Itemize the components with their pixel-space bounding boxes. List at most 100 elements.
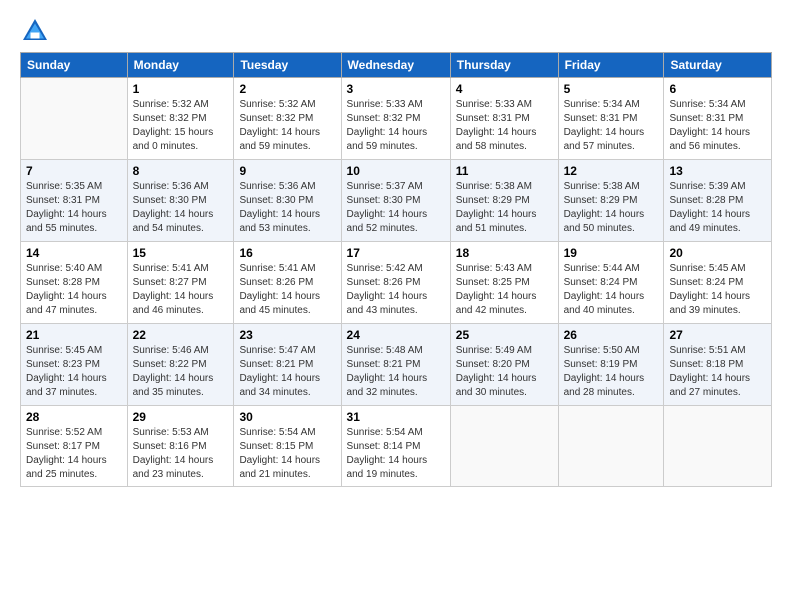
day-number: 30 [239, 410, 335, 424]
calendar-cell [664, 406, 772, 487]
day-number: 27 [669, 328, 766, 342]
calendar-cell: 11 Sunrise: 5:38 AMSunset: 8:29 PMDayligh… [450, 160, 558, 242]
calendar-cell: 27Sunrise: 5:51 AMSunset: 8:18 PMDayligh… [664, 324, 772, 406]
day-number: 18 [456, 246, 553, 260]
day-info: Sunrise: 5:39 AMSunset: 8:28 PMDaylight:… [669, 180, 766, 236]
calendar-week-row: 1 Sunrise: 5:32 AMSunset: 8:32 PMDaylight… [21, 78, 772, 160]
day-number: 24 [347, 328, 445, 342]
header [20, 16, 772, 46]
day-number: 21 [26, 328, 122, 342]
day-number: 12 [564, 164, 659, 178]
calendar-cell [21, 78, 128, 160]
calendar-cell: 26 Sunrise: 5:50 AMSunset: 8:19 PMDayligh… [558, 324, 664, 406]
day-number: 8 [133, 164, 229, 178]
calendar-cell [558, 406, 664, 487]
calendar-cell: 8Sunrise: 5:36 AMSunset: 8:30 PMDaylight… [127, 160, 234, 242]
calendar-cell: 4 Sunrise: 5:33 AMSunset: 8:31 PMDaylight… [450, 78, 558, 160]
calendar-cell: 22 Sunrise: 5:46 AMSunset: 8:22 PMDayligh… [127, 324, 234, 406]
day-number: 25 [456, 328, 553, 342]
calendar-cell: 3 Sunrise: 5:33 AMSunset: 8:32 PMDaylight… [341, 78, 450, 160]
day-info: Sunrise: 5:34 AMSunset: 8:31 PMDaylight:… [564, 98, 659, 154]
day-info: Sunrise: 5:40 AMSunset: 8:28 PMDaylight:… [26, 262, 122, 318]
calendar-cell: 5 Sunrise: 5:34 AMSunset: 8:31 PMDaylight… [558, 78, 664, 160]
day-number: 20 [669, 246, 766, 260]
day-number: 26 [564, 328, 659, 342]
calendar-cell: 14 Sunrise: 5:40 AMSunset: 8:28 PMDayligh… [21, 242, 128, 324]
day-number: 28 [26, 410, 122, 424]
day-info: Sunrise: 5:34 AMSunset: 8:31 PMDaylight:… [669, 98, 766, 154]
weekday-header-sunday: Sunday [21, 53, 128, 78]
day-number: 4 [456, 82, 553, 96]
logo-icon [20, 16, 50, 46]
calendar-cell [450, 406, 558, 487]
day-number: 11 [456, 164, 553, 178]
weekday-header-friday: Friday [558, 53, 664, 78]
day-number: 23 [239, 328, 335, 342]
day-info: Sunrise: 5:54 AMSunset: 8:14 PMDaylight:… [347, 426, 445, 482]
day-number: 5 [564, 82, 659, 96]
calendar-cell: 20 Sunrise: 5:45 AMSunset: 8:24 PMDayligh… [664, 242, 772, 324]
day-info: Sunrise: 5:32 AMSunset: 8:32 PMDaylight:… [239, 98, 335, 154]
day-info: Sunrise: 5:48 AMSunset: 8:21 PMDaylight:… [347, 344, 445, 400]
calendar-cell: 17Sunrise: 5:42 AMSunset: 8:26 PMDayligh… [341, 242, 450, 324]
weekday-header-saturday: Saturday [664, 53, 772, 78]
calendar-cell: 1 Sunrise: 5:32 AMSunset: 8:32 PMDaylight… [127, 78, 234, 160]
calendar-cell: 25 Sunrise: 5:49 AMSunset: 8:20 PMDayligh… [450, 324, 558, 406]
day-number: 22 [133, 328, 229, 342]
calendar-cell: 10 Sunrise: 5:37 AMSunset: 8:30 PMDayligh… [341, 160, 450, 242]
calendar-cell: 31 Sunrise: 5:54 AMSunset: 8:14 PMDayligh… [341, 406, 450, 487]
weekday-header-tuesday: Tuesday [234, 53, 341, 78]
day-info: Sunrise: 5:45 AMSunset: 8:24 PMDaylight:… [669, 262, 766, 318]
calendar-cell: 23Sunrise: 5:47 AMSunset: 8:21 PMDayligh… [234, 324, 341, 406]
day-info: Sunrise: 5:35 AMSunset: 8:31 PMDaylight:… [26, 180, 122, 236]
day-info: Sunrise: 5:54 AMSunset: 8:15 PMDaylight:… [239, 426, 335, 482]
day-info: Sunrise: 5:43 AMSunset: 8:25 PMDaylight:… [456, 262, 553, 318]
day-info: Sunrise: 5:50 AMSunset: 8:19 PMDaylight:… [564, 344, 659, 400]
calendar-cell: 18 Sunrise: 5:43 AMSunset: 8:25 PMDayligh… [450, 242, 558, 324]
day-info: Sunrise: 5:45 AMSunset: 8:23 PMDaylight:… [26, 344, 122, 400]
day-number: 3 [347, 82, 445, 96]
day-number: 19 [564, 246, 659, 260]
weekday-header-thursday: Thursday [450, 53, 558, 78]
day-number: 10 [347, 164, 445, 178]
day-number: 2 [239, 82, 335, 96]
day-info: Sunrise: 5:36 AMSunset: 8:30 PMDaylight:… [239, 180, 335, 236]
day-number: 15 [133, 246, 229, 260]
calendar-header: SundayMondayTuesdayWednesdayThursdayFrid… [21, 53, 772, 78]
weekday-header-wednesday: Wednesday [341, 53, 450, 78]
day-info: Sunrise: 5:38 AMSunset: 8:29 PMDaylight:… [564, 180, 659, 236]
day-number: 7 [26, 164, 122, 178]
calendar-body: 1 Sunrise: 5:32 AMSunset: 8:32 PMDaylight… [21, 78, 772, 487]
calendar-cell: 19Sunrise: 5:44 AMSunset: 8:24 PMDayligh… [558, 242, 664, 324]
calendar-cell: 16Sunrise: 5:41 AMSunset: 8:26 PMDayligh… [234, 242, 341, 324]
calendar-cell: 30 Sunrise: 5:54 AMSunset: 8:15 PMDayligh… [234, 406, 341, 487]
day-number: 9 [239, 164, 335, 178]
day-number: 29 [133, 410, 229, 424]
day-info: Sunrise: 5:32 AMSunset: 8:32 PMDaylight:… [133, 98, 229, 154]
logo [20, 16, 54, 46]
day-number: 31 [347, 410, 445, 424]
day-info: Sunrise: 5:52 AMSunset: 8:17 PMDaylight:… [26, 426, 122, 482]
calendar-cell: 28 Sunrise: 5:52 AMSunset: 8:17 PMDayligh… [21, 406, 128, 487]
weekday-header-row: SundayMondayTuesdayWednesdayThursdayFrid… [21, 53, 772, 78]
day-number: 14 [26, 246, 122, 260]
day-number: 1 [133, 82, 229, 96]
day-info: Sunrise: 5:37 AMSunset: 8:30 PMDaylight:… [347, 180, 445, 236]
day-info: Sunrise: 5:38 AMSunset: 8:29 PMDaylight:… [456, 180, 553, 236]
day-number: 13 [669, 164, 766, 178]
calendar-week-row: 21 Sunrise: 5:45 AMSunset: 8:23 PMDayligh… [21, 324, 772, 406]
calendar-cell: 13 Sunrise: 5:39 AMSunset: 8:28 PMDayligh… [664, 160, 772, 242]
page: SundayMondayTuesdayWednesdayThursdayFrid… [0, 0, 792, 497]
day-info: Sunrise: 5:33 AMSunset: 8:32 PMDaylight:… [347, 98, 445, 154]
day-info: Sunrise: 5:46 AMSunset: 8:22 PMDaylight:… [133, 344, 229, 400]
calendar-cell: 2 Sunrise: 5:32 AMSunset: 8:32 PMDaylight… [234, 78, 341, 160]
calendar-cell: 29Sunrise: 5:53 AMSunset: 8:16 PMDayligh… [127, 406, 234, 487]
calendar-week-row: 28 Sunrise: 5:52 AMSunset: 8:17 PMDayligh… [21, 406, 772, 487]
day-info: Sunrise: 5:41 AMSunset: 8:26 PMDaylight:… [239, 262, 335, 318]
calendar-cell: 9 Sunrise: 5:36 AMSunset: 8:30 PMDaylight… [234, 160, 341, 242]
calendar-table: SundayMondayTuesdayWednesdayThursdayFrid… [20, 52, 772, 487]
day-info: Sunrise: 5:49 AMSunset: 8:20 PMDaylight:… [456, 344, 553, 400]
day-info: Sunrise: 5:33 AMSunset: 8:31 PMDaylight:… [456, 98, 553, 154]
calendar-cell: 12 Sunrise: 5:38 AMSunset: 8:29 PMDayligh… [558, 160, 664, 242]
day-number: 17 [347, 246, 445, 260]
